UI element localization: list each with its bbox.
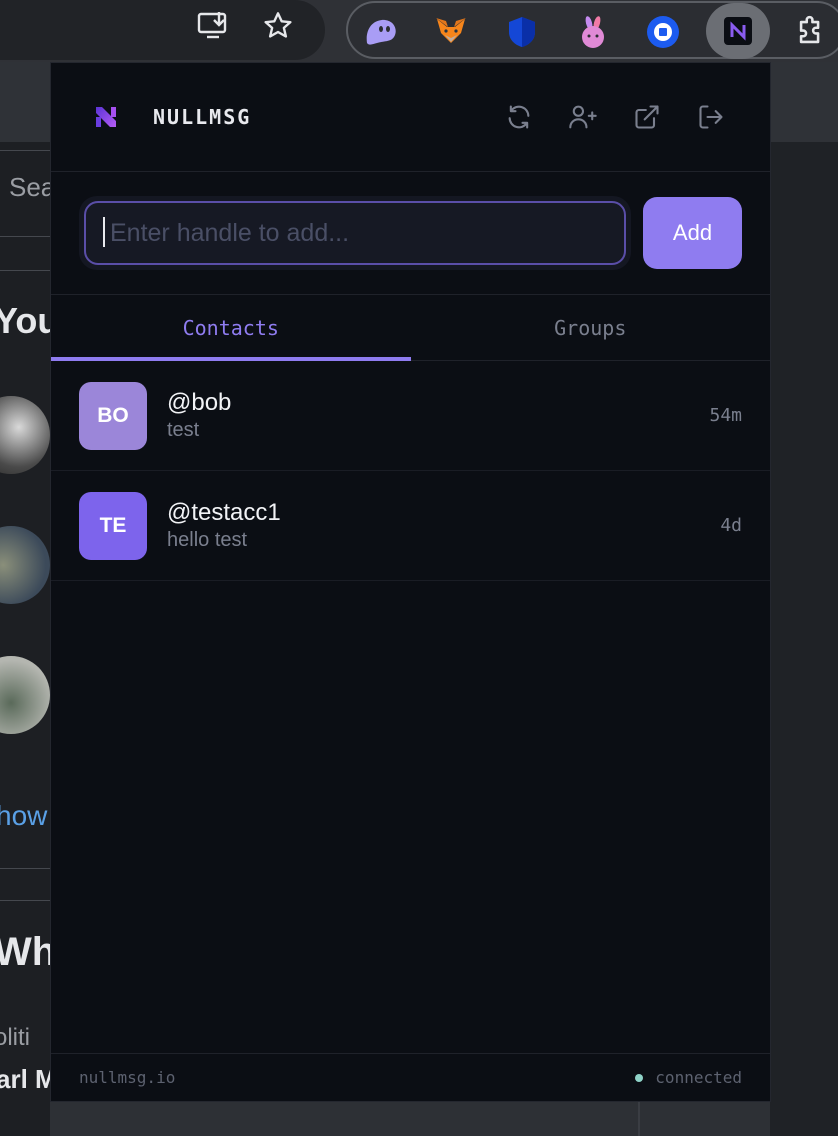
connection-status: connected (635, 1068, 742, 1087)
contact-preview: hello test (167, 528, 248, 551)
background-heading-2: Wha (0, 930, 50, 974)
contact-item[interactable]: TE @testacc1 hello test 4d (51, 471, 770, 581)
contact-handle: @bob (167, 388, 232, 416)
ghost-extension-icon[interactable] (360, 11, 402, 53)
extensions-pill (346, 1, 838, 59)
popup-footer: nullmsg.io connected (51, 1053, 770, 1101)
popup-header: NULLMSG (51, 63, 770, 172)
contact-handle: @testacc1 (167, 498, 281, 526)
header-actions (502, 100, 728, 134)
bunny-extension-icon[interactable] (572, 11, 614, 53)
background-left-column: Sea You how Wha oliti arl M (0, 142, 50, 1136)
handle-input-wrapper (79, 196, 631, 270)
open-external-icon[interactable] (630, 100, 664, 134)
contact-text: @bob test (167, 389, 709, 443)
footer-domain: nullmsg.io (79, 1068, 176, 1087)
add-contact-icon[interactable] (566, 100, 600, 134)
contact-item[interactable]: BO @bob test 54m (51, 361, 770, 471)
avatar: BO (79, 381, 147, 450)
tab-groups[interactable]: Groups (411, 295, 771, 360)
tab-contacts[interactable]: Contacts (51, 295, 411, 361)
background-right-column (770, 142, 838, 1136)
tabs: Contacts Groups (51, 295, 770, 361)
puzzle-extensions-icon[interactable] (790, 11, 832, 53)
add-button[interactable]: Add (643, 197, 742, 269)
background-avatar (0, 656, 50, 734)
background-heading: You (0, 300, 50, 341)
background-text: oliti (0, 1024, 31, 1051)
install-icon[interactable] (192, 4, 236, 48)
add-contact-row: Add (51, 172, 770, 295)
shield-extension-icon[interactable] (501, 11, 543, 53)
handle-input[interactable] (84, 201, 626, 265)
contact-time: 4d (720, 515, 742, 536)
avatar: TE (79, 491, 147, 560)
contact-time: 54m (709, 405, 742, 426)
bookmark-star-icon[interactable] (256, 4, 300, 48)
nullmsg-extension-icon[interactable] (706, 3, 770, 59)
browser-toolbar (0, 0, 838, 62)
refresh-icon[interactable] (502, 100, 536, 134)
background-link: how (0, 800, 48, 831)
empty-list-area (51, 581, 770, 1053)
contact-text: @testacc1 hello test (167, 499, 720, 553)
status-text: connected (655, 1068, 742, 1087)
metamask-fox-icon[interactable] (430, 11, 472, 53)
text-caret (103, 217, 105, 247)
background-search-text: Sea (9, 172, 50, 202)
status-dot-icon (635, 1073, 644, 1082)
background-bold-text: arl M (0, 1064, 50, 1094)
background-avatar (0, 396, 50, 474)
background-avatar (0, 526, 50, 604)
nullmsg-logo-icon (93, 104, 119, 130)
coinbase-extension-icon[interactable] (642, 11, 684, 53)
contact-preview: test (167, 418, 200, 441)
logout-icon[interactable] (694, 100, 728, 134)
nullmsg-popup: NULLMSG Add Contacts Groups BO @b (50, 62, 771, 1102)
brand-name: NULLMSG (153, 105, 252, 129)
